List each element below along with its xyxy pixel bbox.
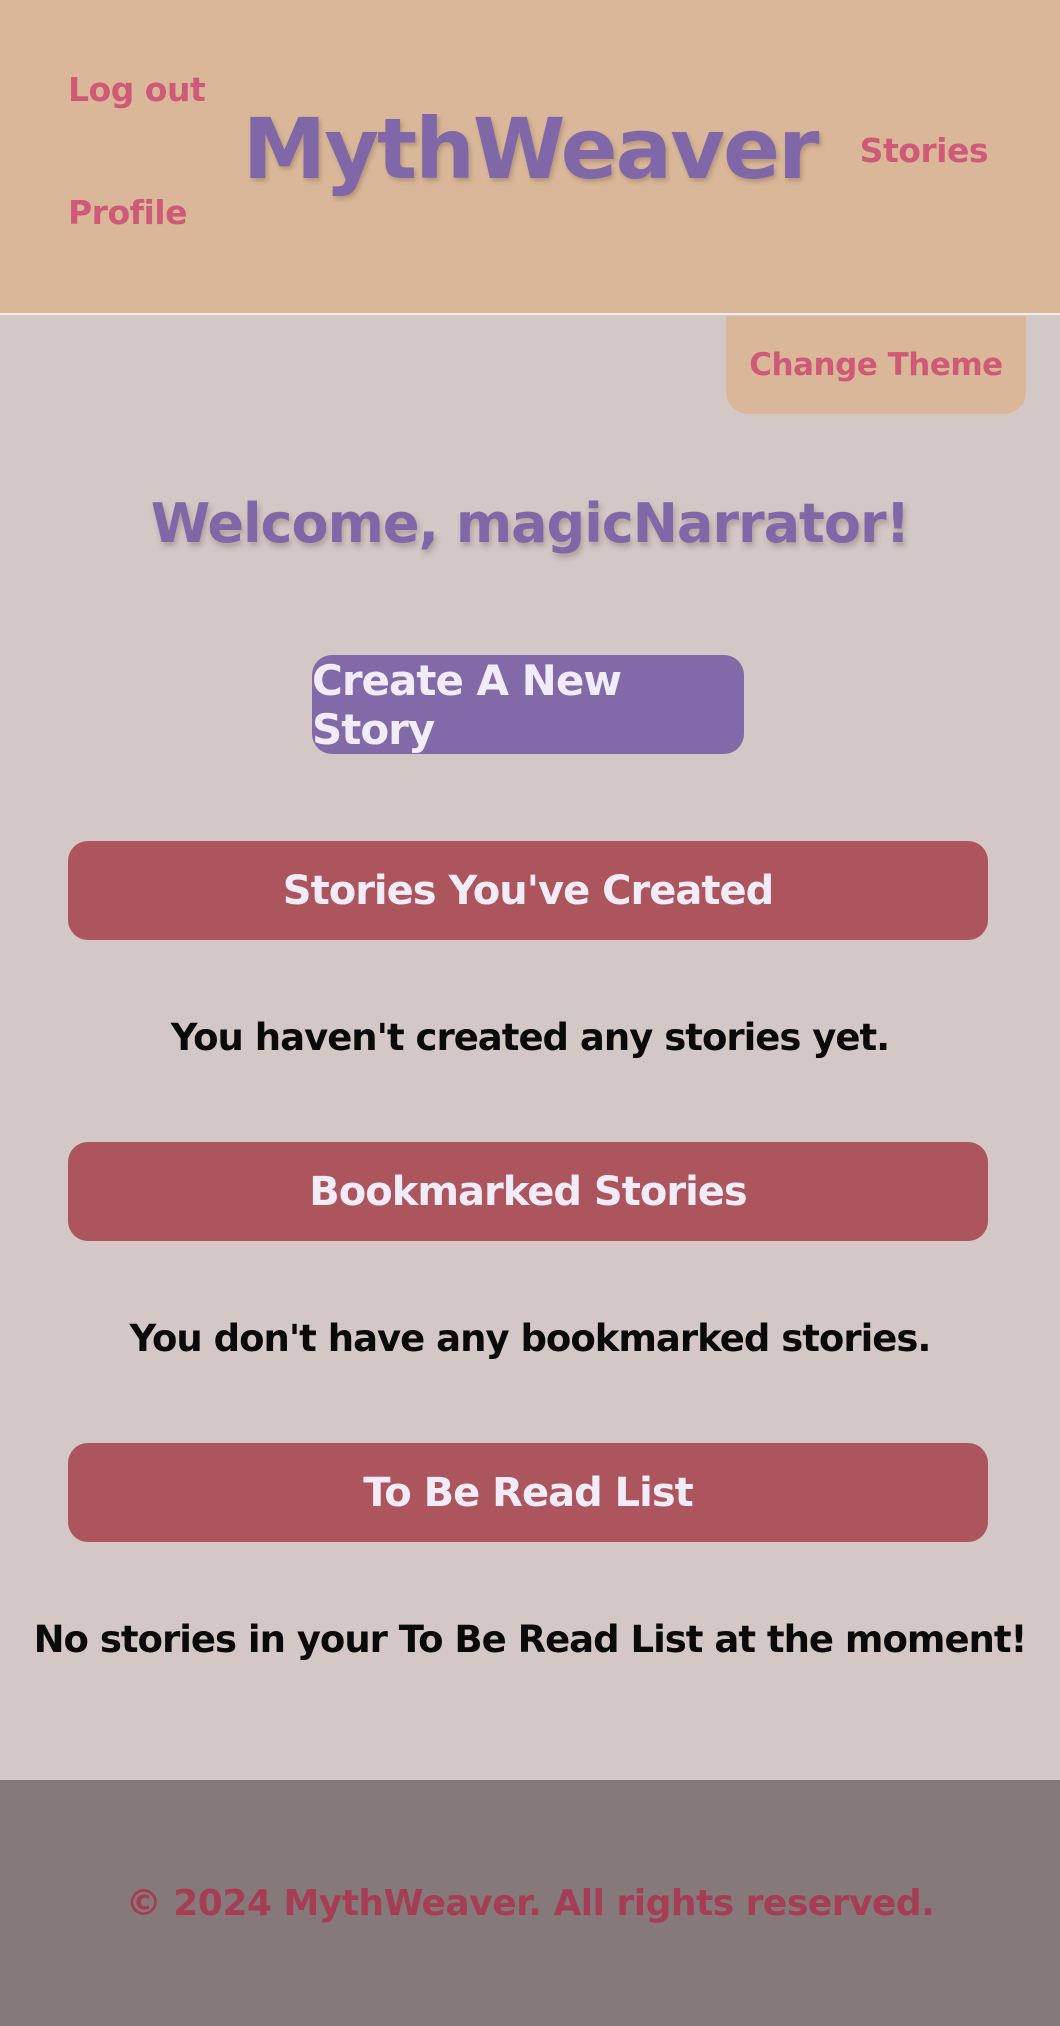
bookmarked-empty-message: You don't have any bookmarked stories. — [129, 1317, 932, 1360]
profile-link[interactable]: Profile — [68, 193, 188, 232]
to-be-read-empty-message: No stories in your To Be Read List at th… — [33, 1618, 1028, 1661]
footer-copyright: © 2024 MythWeaver. All rights reserved. — [125, 1882, 935, 1924]
section-header-to-be-read: To Be Read List — [68, 1443, 988, 1542]
created-empty-message: You haven't created any stories yet. — [170, 1016, 891, 1059]
stories-link[interactable]: Stories — [860, 131, 989, 170]
site-footer: © 2024 MythWeaver. All rights reserved. — [0, 1780, 1060, 2026]
site-header: Log out Profile MythWeaver Stories — [0, 0, 1060, 315]
create-story-button[interactable]: Create A New Story — [312, 655, 744, 754]
section-header-bookmarked: Bookmarked Stories — [68, 1142, 988, 1241]
welcome-heading: Welcome, magicNarrator! — [150, 492, 910, 555]
change-theme-button[interactable]: Change Theme — [726, 316, 1026, 414]
page: Log out Profile MythWeaver Stories Chang… — [0, 0, 1060, 2026]
section-header-created: Stories You've Created — [68, 841, 988, 940]
